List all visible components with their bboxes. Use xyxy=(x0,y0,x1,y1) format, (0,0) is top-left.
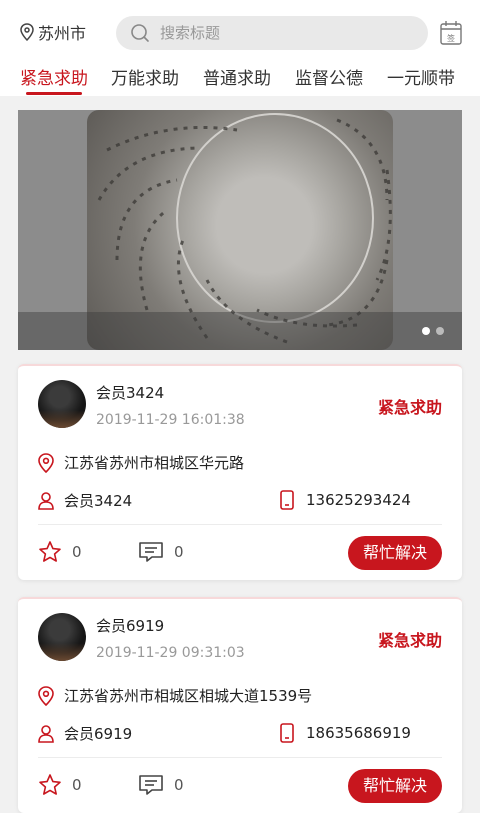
search-icon xyxy=(130,23,150,43)
tab-label: 紧急求助 xyxy=(20,69,88,89)
comment-stat[interactable]: 0 xyxy=(138,773,184,797)
search-input[interactable] xyxy=(158,23,402,43)
location-pin-icon xyxy=(38,685,54,706)
top-bar: 苏州市 签 紧急求助 万能求助 普通求助 监督公德 xyxy=(0,0,480,96)
tab-active-indicator xyxy=(26,92,82,95)
member-name: 会员3424 xyxy=(96,384,165,402)
like-count: 0 xyxy=(72,776,82,794)
carousel-dot[interactable] xyxy=(436,327,444,335)
phone-number: 18635686919 xyxy=(306,724,411,742)
address-text: 江苏省苏州市相城区相城大道1539号 xyxy=(64,687,313,705)
contact-name: 会员6919 xyxy=(64,725,133,743)
phone-number: 13625293424 xyxy=(306,491,411,509)
address-row: 江苏省苏州市相城区华元路 xyxy=(38,452,244,473)
phone-row[interactable]: 18635686919 xyxy=(280,723,411,743)
banner-caption-overlay xyxy=(18,312,462,350)
star-icon xyxy=(39,541,61,562)
comment-icon xyxy=(139,542,163,562)
comment-count: 0 xyxy=(174,543,184,561)
star-icon xyxy=(39,774,61,795)
comment-stat[interactable]: 0 xyxy=(138,540,184,564)
tab-label: 监督公德 xyxy=(295,69,363,89)
comment-icon xyxy=(139,775,163,795)
tab-universal-help[interactable]: 万能求助 xyxy=(111,64,179,89)
like-stat[interactable]: 0 xyxy=(38,540,82,564)
calendar-label: 签 xyxy=(447,33,455,43)
help-post-card[interactable]: 会员3424 2019-11-29 16:01:38 紧急求助 江苏省苏州市相城… xyxy=(18,364,462,580)
location-pin-icon xyxy=(20,23,34,41)
phone-icon xyxy=(280,490,294,510)
carousel-indicator xyxy=(422,327,444,335)
phone-row[interactable]: 13625293424 xyxy=(280,490,411,510)
address-row: 江苏省苏州市相城区相城大道1539号 xyxy=(38,685,312,706)
banner-carousel[interactable] xyxy=(18,110,462,350)
contact-row: 会员6919 xyxy=(38,723,132,744)
avatar[interactable] xyxy=(38,613,86,661)
tab-label: 一元顺带 xyxy=(387,69,455,89)
tab-one-yuan-errand[interactable]: 一元顺带 xyxy=(387,64,455,89)
member-name: 会员6919 xyxy=(96,617,165,635)
category-tabs: 紧急求助 万能求助 普通求助 监督公德 一元顺带 xyxy=(0,60,480,96)
post-category-tag: 紧急求助 xyxy=(377,631,442,650)
location-selector[interactable]: 苏州市 xyxy=(20,20,86,44)
avatar[interactable] xyxy=(38,380,86,428)
address-text: 江苏省苏州市相城区华元路 xyxy=(64,454,245,472)
tab-general-help[interactable]: 普通求助 xyxy=(203,64,271,89)
like-count: 0 xyxy=(72,543,82,561)
card-divider xyxy=(38,524,442,525)
calendar-checkin-icon[interactable]: 签 xyxy=(440,20,462,46)
tab-label: 万能求助 xyxy=(111,69,179,89)
tab-public-morality[interactable]: 监督公德 xyxy=(295,64,363,89)
post-category-tag: 紧急求助 xyxy=(377,398,442,417)
comment-count: 0 xyxy=(174,776,184,794)
person-icon xyxy=(38,491,54,510)
contact-name: 会员3424 xyxy=(64,492,133,510)
location-label: 苏州市 xyxy=(38,24,87,43)
contact-row: 会员3424 xyxy=(38,490,132,511)
help-resolve-button[interactable]: 帮忙解决 xyxy=(348,536,442,570)
like-stat[interactable]: 0 xyxy=(38,773,82,797)
phone-icon xyxy=(280,723,294,743)
location-pin-icon xyxy=(38,452,54,473)
post-time: 2019-11-29 16:01:38 xyxy=(96,412,245,428)
person-icon xyxy=(38,724,54,743)
post-time: 2019-11-29 09:31:03 xyxy=(96,645,245,661)
carousel-dot[interactable] xyxy=(422,327,430,335)
card-divider xyxy=(38,757,442,758)
tab-emergency-help[interactable]: 紧急求助 xyxy=(20,64,88,95)
help-resolve-button[interactable]: 帮忙解决 xyxy=(348,769,442,803)
help-post-card[interactable]: 会员6919 2019-11-29 09:31:03 紧急求助 江苏省苏州市相城… xyxy=(18,597,462,813)
search-bar[interactable] xyxy=(116,16,428,50)
tab-label: 普通求助 xyxy=(203,69,271,89)
